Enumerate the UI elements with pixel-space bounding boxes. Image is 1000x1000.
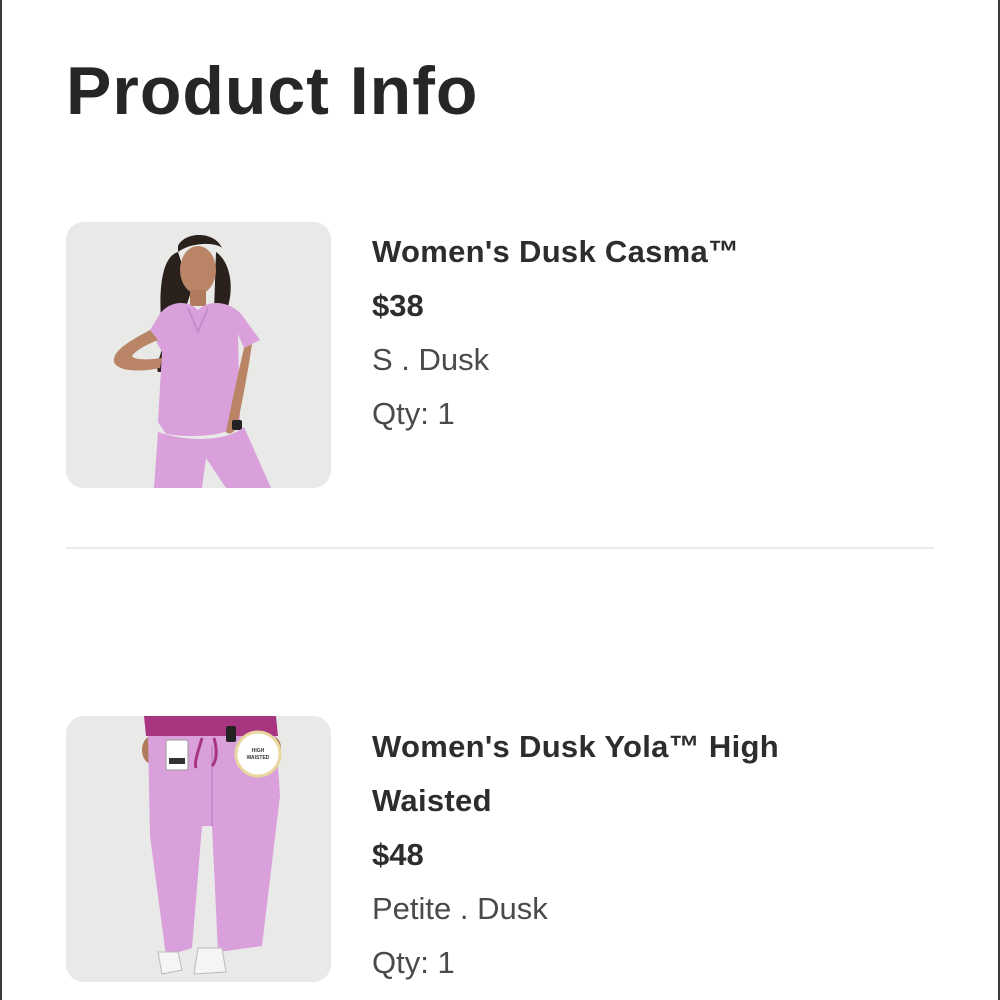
- product-name-continued[interactable]: Waisted: [372, 774, 932, 828]
- svg-text:WAISTED: WAISTED: [247, 755, 270, 761]
- svg-text:HIGH: HIGH: [252, 748, 265, 754]
- scrub-top-photo-icon: [66, 222, 331, 488]
- product-name[interactable]: Women's Dusk Casma™: [372, 225, 932, 279]
- product-image-scrub-pants[interactable]: HIGH WAISTED: [66, 716, 331, 982]
- scrub-pants-photo-icon: HIGH WAISTED: [66, 716, 331, 982]
- product-quantity: Qty: 1: [372, 396, 455, 431]
- product-name[interactable]: Women's Dusk Yola™ High: [372, 720, 932, 774]
- product-info-2: Women's Dusk Yola™ High Waisted $48 Peti…: [372, 720, 932, 990]
- window-border-left: [0, 0, 2, 1000]
- product-variant: Petite . Dusk: [372, 891, 548, 926]
- product-price: $38: [372, 288, 424, 323]
- divider: [66, 547, 934, 549]
- product-price: $48: [372, 837, 424, 872]
- product-variant: S . Dusk: [372, 342, 490, 377]
- product-info-1: Women's Dusk Casma™ $38 S . Dusk Qty: 1: [372, 225, 932, 441]
- product-quantity: Qty: 1: [372, 945, 455, 980]
- page-title: Product Info: [66, 53, 479, 129]
- product-image-scrub-top[interactable]: [66, 222, 331, 488]
